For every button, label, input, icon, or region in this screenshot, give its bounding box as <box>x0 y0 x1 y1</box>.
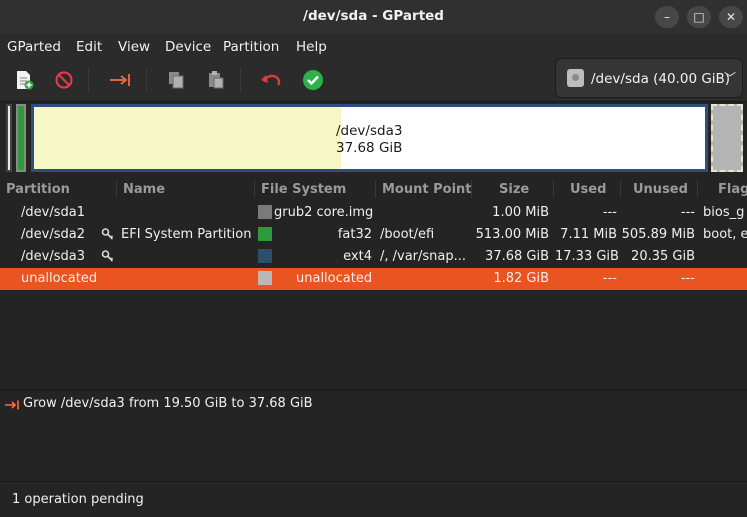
mountpoint-cell: /boot/efi <box>380 227 435 242</box>
partition-cell: /dev/sda3 <box>21 249 85 264</box>
table-row[interactable]: /dev/sda3 ext4 /, /var/snap... 37.68 GiB… <box>0 246 747 268</box>
column-header-flags[interactable]: Flag <box>718 182 747 197</box>
undo-button[interactable] <box>257 66 285 94</box>
filesystem-color-swatch <box>258 227 272 241</box>
title-bar: /dev/sda - GParted – □ ✕ <box>0 0 747 34</box>
size-cell: 1.00 MiB <box>492 205 549 220</box>
toolbar-separator <box>146 68 147 92</box>
column-header-filesystem[interactable]: File System <box>261 182 346 197</box>
unused-cell: --- <box>680 271 695 286</box>
column-separator <box>553 180 554 198</box>
disk-segment-label: /dev/sda3 37.68 GiB <box>336 123 402 157</box>
column-separator <box>471 180 472 198</box>
filesystem-color-swatch <box>258 249 272 263</box>
delete-partition-button[interactable] <box>50 66 78 94</box>
chevron-down-icon: ﹀ <box>724 71 737 85</box>
pending-operation-item[interactable]: Grow /dev/sda3 from 19.50 GiB to 37.68 G… <box>23 396 313 411</box>
close-button[interactable]: ✕ <box>719 6 743 28</box>
toolbar-separator <box>88 68 89 92</box>
column-header-used[interactable]: Used <box>570 182 606 197</box>
name-cell: EFI System Partition <box>121 227 252 242</box>
table-row[interactable]: /dev/sda1 grub2 core.img 1.00 MiB --- --… <box>0 202 747 224</box>
column-header-partition[interactable]: Partition <box>6 182 70 197</box>
unused-cell: --- <box>680 205 695 220</box>
paste-icon <box>209 71 224 89</box>
menu-device[interactable]: Device <box>165 39 211 55</box>
partition-cell: /dev/sda1 <box>21 205 85 220</box>
resize-icon <box>4 399 20 414</box>
size-cell: 513.00 MiB <box>475 227 549 242</box>
segment-partition-size: 37.68 GiB <box>336 140 403 156</box>
gparted-window: /dev/sda - GParted – □ ✕ GParted Edit Vi… <box>0 0 747 517</box>
unused-cell: 505.89 MiB <box>621 227 695 242</box>
copy-button[interactable] <box>162 66 190 94</box>
toolbar-separator <box>240 68 241 92</box>
filesystem-cell: fat32 <box>337 227 372 242</box>
mountpoint-cell: /, /var/snap... <box>380 249 467 264</box>
column-separator <box>254 180 255 198</box>
column-header-unused[interactable]: Unused <box>633 182 688 197</box>
column-separator <box>697 180 698 198</box>
key-icon <box>101 227 115 241</box>
segment-partition-name: /dev/sda3 <box>336 123 403 139</box>
menu-view[interactable]: View <box>118 39 150 55</box>
menu-gparted[interactable]: GParted <box>7 39 61 55</box>
resize-move-button[interactable] <box>106 66 134 94</box>
column-header-name[interactable]: Name <box>123 182 165 197</box>
partition-cell: unallocated <box>21 271 98 286</box>
filesystem-cell: unallocated <box>296 271 373 286</box>
disk-segment-unallocated[interactable] <box>711 104 743 172</box>
used-cell: 7.11 MiB <box>560 227 617 242</box>
size-cell: 1.82 GiB <box>493 271 549 286</box>
column-separator <box>620 180 621 198</box>
disk-segment-sda3-used <box>34 107 341 169</box>
column-separator <box>116 180 117 198</box>
filesystem-cell: ext4 <box>343 249 372 264</box>
partition-cell: /dev/sda2 <box>21 227 85 242</box>
size-cell: 37.68 GiB <box>485 249 549 264</box>
status-text: 1 operation pending <box>12 492 144 507</box>
table-row[interactable]: /dev/sda2 EFI System Partition fat32 /bo… <box>0 224 747 246</box>
maximize-button[interactable]: □ <box>687 6 711 28</box>
disk-segment-sda1[interactable] <box>6 104 12 172</box>
delete-icon <box>55 71 73 89</box>
menu-edit[interactable]: Edit <box>76 39 102 55</box>
column-header-size[interactable]: Size <box>499 182 529 197</box>
table-row-selected[interactable]: unallocated unallocated 1.82 GiB --- --- <box>0 268 747 290</box>
device-selector-label: /dev/sda (40.00 GiB) <box>591 71 731 87</box>
unused-cell: 20.35 GiB <box>631 249 695 264</box>
resize-icon <box>110 74 130 86</box>
new-partition-button[interactable] <box>10 66 38 94</box>
undo-icon <box>261 74 281 86</box>
apply-button[interactable] <box>299 66 327 94</box>
filesystem-color-swatch <box>258 205 272 219</box>
disk-segment-sda2[interactable] <box>16 104 26 172</box>
minimize-button[interactable]: – <box>655 6 679 28</box>
used-cell: --- <box>602 271 617 286</box>
window-title: /dev/sda - GParted <box>303 8 444 24</box>
column-separator <box>375 180 376 198</box>
menu-help[interactable]: Help <box>296 39 327 55</box>
copy-icon <box>169 72 184 89</box>
apply-check-icon <box>303 70 323 90</box>
menu-bar: GParted Edit View Device Partition Help <box>0 34 747 60</box>
used-cell: --- <box>602 205 617 220</box>
filesystem-color-swatch <box>258 271 272 285</box>
new-icon <box>17 71 34 90</box>
menu-partition[interactable]: Partition <box>223 39 279 55</box>
flags-cell: boot, e <box>703 227 747 242</box>
column-header-mountpoint[interactable]: Mount Point <box>382 182 472 197</box>
used-cell: 17.33 GiB <box>555 249 619 264</box>
disk-icon <box>567 69 584 87</box>
key-icon <box>101 249 115 263</box>
paste-button[interactable] <box>202 66 230 94</box>
flags-cell: bios_g <box>703 205 745 220</box>
filesystem-cell: grub2 core.img <box>274 205 374 220</box>
